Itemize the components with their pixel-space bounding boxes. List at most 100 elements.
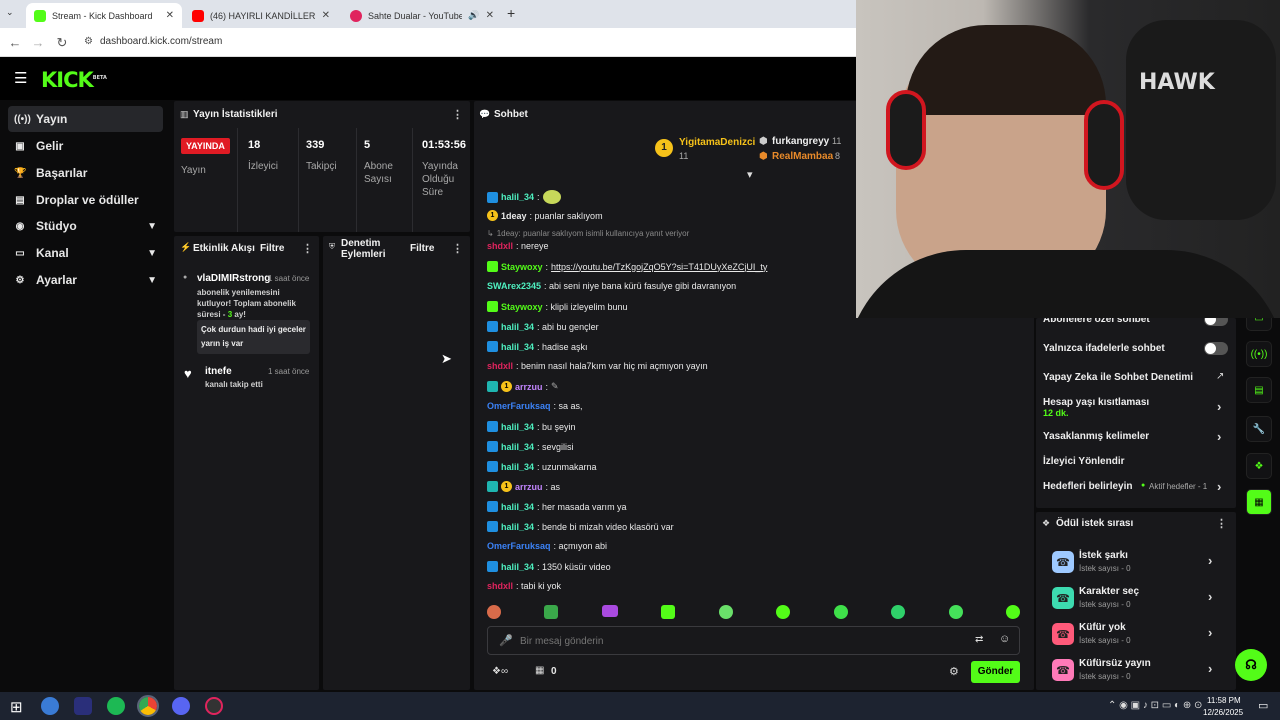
url-field[interactable]: dashboard.kick.com/stream xyxy=(100,36,222,47)
spotify-icon[interactable] xyxy=(107,697,125,715)
close-tab-icon[interactable]: ✕ xyxy=(486,10,494,21)
chat-username[interactable]: halil_34 xyxy=(501,502,534,512)
chat-username[interactable]: halil_34 xyxy=(501,322,534,332)
stats-more-icon[interactable]: ⋮ xyxy=(452,108,463,121)
back-icon[interactable]: ← xyxy=(7,35,23,50)
chat-username[interactable]: Staywoxy xyxy=(501,302,543,312)
gift-box-icon[interactable]: ▦ xyxy=(535,665,544,676)
sidebar-item-studyo[interactable]: ◉ Stüdyo ▼ xyxy=(8,213,163,239)
event-user[interactable]: vlaDIMIRstrong xyxy=(197,273,270,284)
chat-username[interactable]: OmerFaruksaq xyxy=(487,541,551,551)
chevron-right-icon[interactable]: › xyxy=(1217,429,1221,444)
tab-kick-dashboard[interactable]: Stream - Kick Dashboard ✕ xyxy=(26,3,182,28)
chevron-right-icon[interactable]: › xyxy=(1217,399,1221,414)
emoji-icon[interactable]: ☺ xyxy=(999,633,1010,645)
chat-username[interactable]: shdxll xyxy=(487,361,513,371)
kick-logo[interactable]: KICKBETA xyxy=(41,68,107,92)
emote-only-chat-toggle[interactable] xyxy=(1204,342,1228,355)
tab-list-chevron-icon[interactable]: ⌄ xyxy=(6,7,14,18)
discord-icon[interactable] xyxy=(172,697,190,715)
emote-icon[interactable] xyxy=(833,605,848,619)
chat-username[interactable]: halil_34 xyxy=(501,442,534,452)
send-button[interactable]: Gönder xyxy=(971,661,1020,683)
audio-playing-icon[interactable]: 🔊 xyxy=(468,10,479,21)
chat-username[interactable]: arrzuu xyxy=(515,382,543,392)
activity-more-icon[interactable]: ⋮ xyxy=(302,242,313,255)
rail-button-rewards[interactable]: ❖ xyxy=(1246,453,1272,479)
support-headset-button[interactable]: ☊ xyxy=(1235,649,1267,681)
chrome-icon[interactable] xyxy=(137,695,159,717)
expand-pinned-icon[interactable]: ▾ xyxy=(747,168,753,181)
tab-youtube-kandil[interactable]: (46) HAYIRLI KANDİLLER | Mad ✕ xyxy=(184,3,338,28)
emote-icon[interactable] xyxy=(601,605,618,617)
chevron-right-icon[interactable]: › xyxy=(1217,479,1221,494)
app-icon[interactable] xyxy=(74,697,92,715)
new-tab-icon[interactable]: + xyxy=(507,5,515,21)
obs-icon[interactable] xyxy=(205,697,223,715)
reward-item[interactable]: ☎ Küfür yok İstek sayısı - 0 › xyxy=(1050,618,1230,650)
microphone-icon[interactable]: 🎤 xyxy=(499,634,513,647)
sidebar-item-gelir[interactable]: ▣ Gelir xyxy=(8,133,163,159)
account-age-label[interactable]: Hesap yaşı kısıtlaması xyxy=(1043,397,1149,408)
system-tray-icons[interactable]: ⌃ ◉ ▣ ♪ ⊡ ▭ ◐ ⊕ ⊙ xyxy=(1108,700,1202,711)
chat-username[interactable]: Staywoxy xyxy=(501,262,543,272)
tab-youtube-music[interactable]: Sahte Dualar - YouTube Mu 🔊 ✕ xyxy=(342,3,502,28)
emote-icon[interactable] xyxy=(661,605,676,619)
pinned-user[interactable]: furkangreyy xyxy=(772,136,829,147)
points-icon[interactable]: ❖∞ xyxy=(492,666,508,677)
menu-icon[interactable]: ☰ xyxy=(14,69,27,87)
raid-viewers-label[interactable]: İzleyici Yönlendir xyxy=(1043,456,1125,467)
chat-username[interactable]: halil_34 xyxy=(501,522,534,532)
moderation-more-icon[interactable]: ⋮ xyxy=(452,242,463,255)
pinned-user[interactable]: RealMambaa xyxy=(772,151,833,162)
rewards-more-icon[interactable]: ⋮ xyxy=(1216,517,1227,530)
chat-username[interactable]: halil_34 xyxy=(501,422,534,432)
activity-filter-button[interactable]: Filtre xyxy=(260,243,284,254)
chat-username[interactable]: SWArex2345 xyxy=(487,281,541,291)
emote-icon[interactable] xyxy=(487,605,501,619)
sidebar-item-kanal[interactable]: ▭ Kanal ▼ xyxy=(8,240,163,266)
app-icon[interactable] xyxy=(41,697,59,715)
sidebar-item-droplar[interactable]: ▤ Droplar ve ödüller xyxy=(8,187,163,213)
external-link-icon[interactable]: ↗ xyxy=(1216,371,1224,382)
rail-button-tools[interactable]: 🔧 xyxy=(1246,416,1272,442)
windows-start-icon[interactable]: ⊞ xyxy=(10,698,23,716)
chat-input[interactable] xyxy=(520,633,940,649)
emote-icon[interactable] xyxy=(1005,605,1020,619)
emote-icon[interactable] xyxy=(544,605,559,619)
chat-username[interactable]: halil_34 xyxy=(501,462,534,472)
notification-icon[interactable]: ▭ xyxy=(1258,699,1268,712)
banned-words-label[interactable]: Yasaklanmış kelimeler xyxy=(1043,431,1149,442)
chat-username[interactable]: 1deay xyxy=(501,211,527,221)
chat-username[interactable]: halil_34 xyxy=(501,562,534,572)
translate-icon[interactable]: ⇄ xyxy=(975,634,983,645)
sidebar-item-basarilar[interactable]: 🏆 Başarılar xyxy=(8,160,163,186)
chat-settings-icon[interactable]: ⚙ xyxy=(949,665,959,678)
reward-item[interactable]: ☎ Küfürsüz yayın İstek sayısı - 0 › xyxy=(1050,654,1230,686)
rail-button-broadcast[interactable]: ((•)) xyxy=(1246,341,1272,367)
emote-icon[interactable] xyxy=(776,605,791,619)
site-info-icon[interactable]: ⚙ xyxy=(84,36,93,47)
rail-button-layout[interactable]: ▤ xyxy=(1246,377,1272,403)
chat-username[interactable]: OmerFaruksaq xyxy=(487,401,551,411)
close-tab-icon[interactable]: ✕ xyxy=(322,10,330,21)
emote-icon[interactable] xyxy=(718,605,733,619)
chat-link[interactable]: https://youtu.be/TzKgojZqO5Y?si=T41DUyXe… xyxy=(551,262,767,272)
chat-username[interactable]: halil_34 xyxy=(501,342,534,352)
emote-icon[interactable] xyxy=(948,605,963,619)
reward-item[interactable]: ☎ Karakter seç İstek sayısı - 0 › xyxy=(1050,582,1230,614)
event-user[interactable]: itnefe xyxy=(205,366,232,377)
ai-moderation-link[interactable]: Yapay Zeka ile Sohbet Denetimi xyxy=(1043,372,1193,383)
chat-username[interactable]: shdxll xyxy=(487,581,513,591)
pinned-user[interactable]: YigitamaDenizci xyxy=(679,137,755,148)
reward-item[interactable]: ☎ İstek şarkı İstek sayısı - 0 › xyxy=(1050,546,1230,578)
sidebar-item-yayin[interactable]: ((•)) Yayın xyxy=(8,106,163,132)
emote-icon[interactable] xyxy=(891,605,906,619)
set-goals-label[interactable]: Hedefleri belirleyin xyxy=(1043,481,1132,492)
chat-username[interactable]: halil_34 xyxy=(501,192,534,202)
close-tab-icon[interactable]: ✕ xyxy=(166,10,174,21)
reload-icon[interactable]: ↻ xyxy=(54,35,70,51)
chat-username[interactable]: shdxll xyxy=(487,241,513,251)
moderation-filter-button[interactable]: Filtre xyxy=(410,243,434,254)
chat-username[interactable]: arrzuu xyxy=(515,482,543,492)
